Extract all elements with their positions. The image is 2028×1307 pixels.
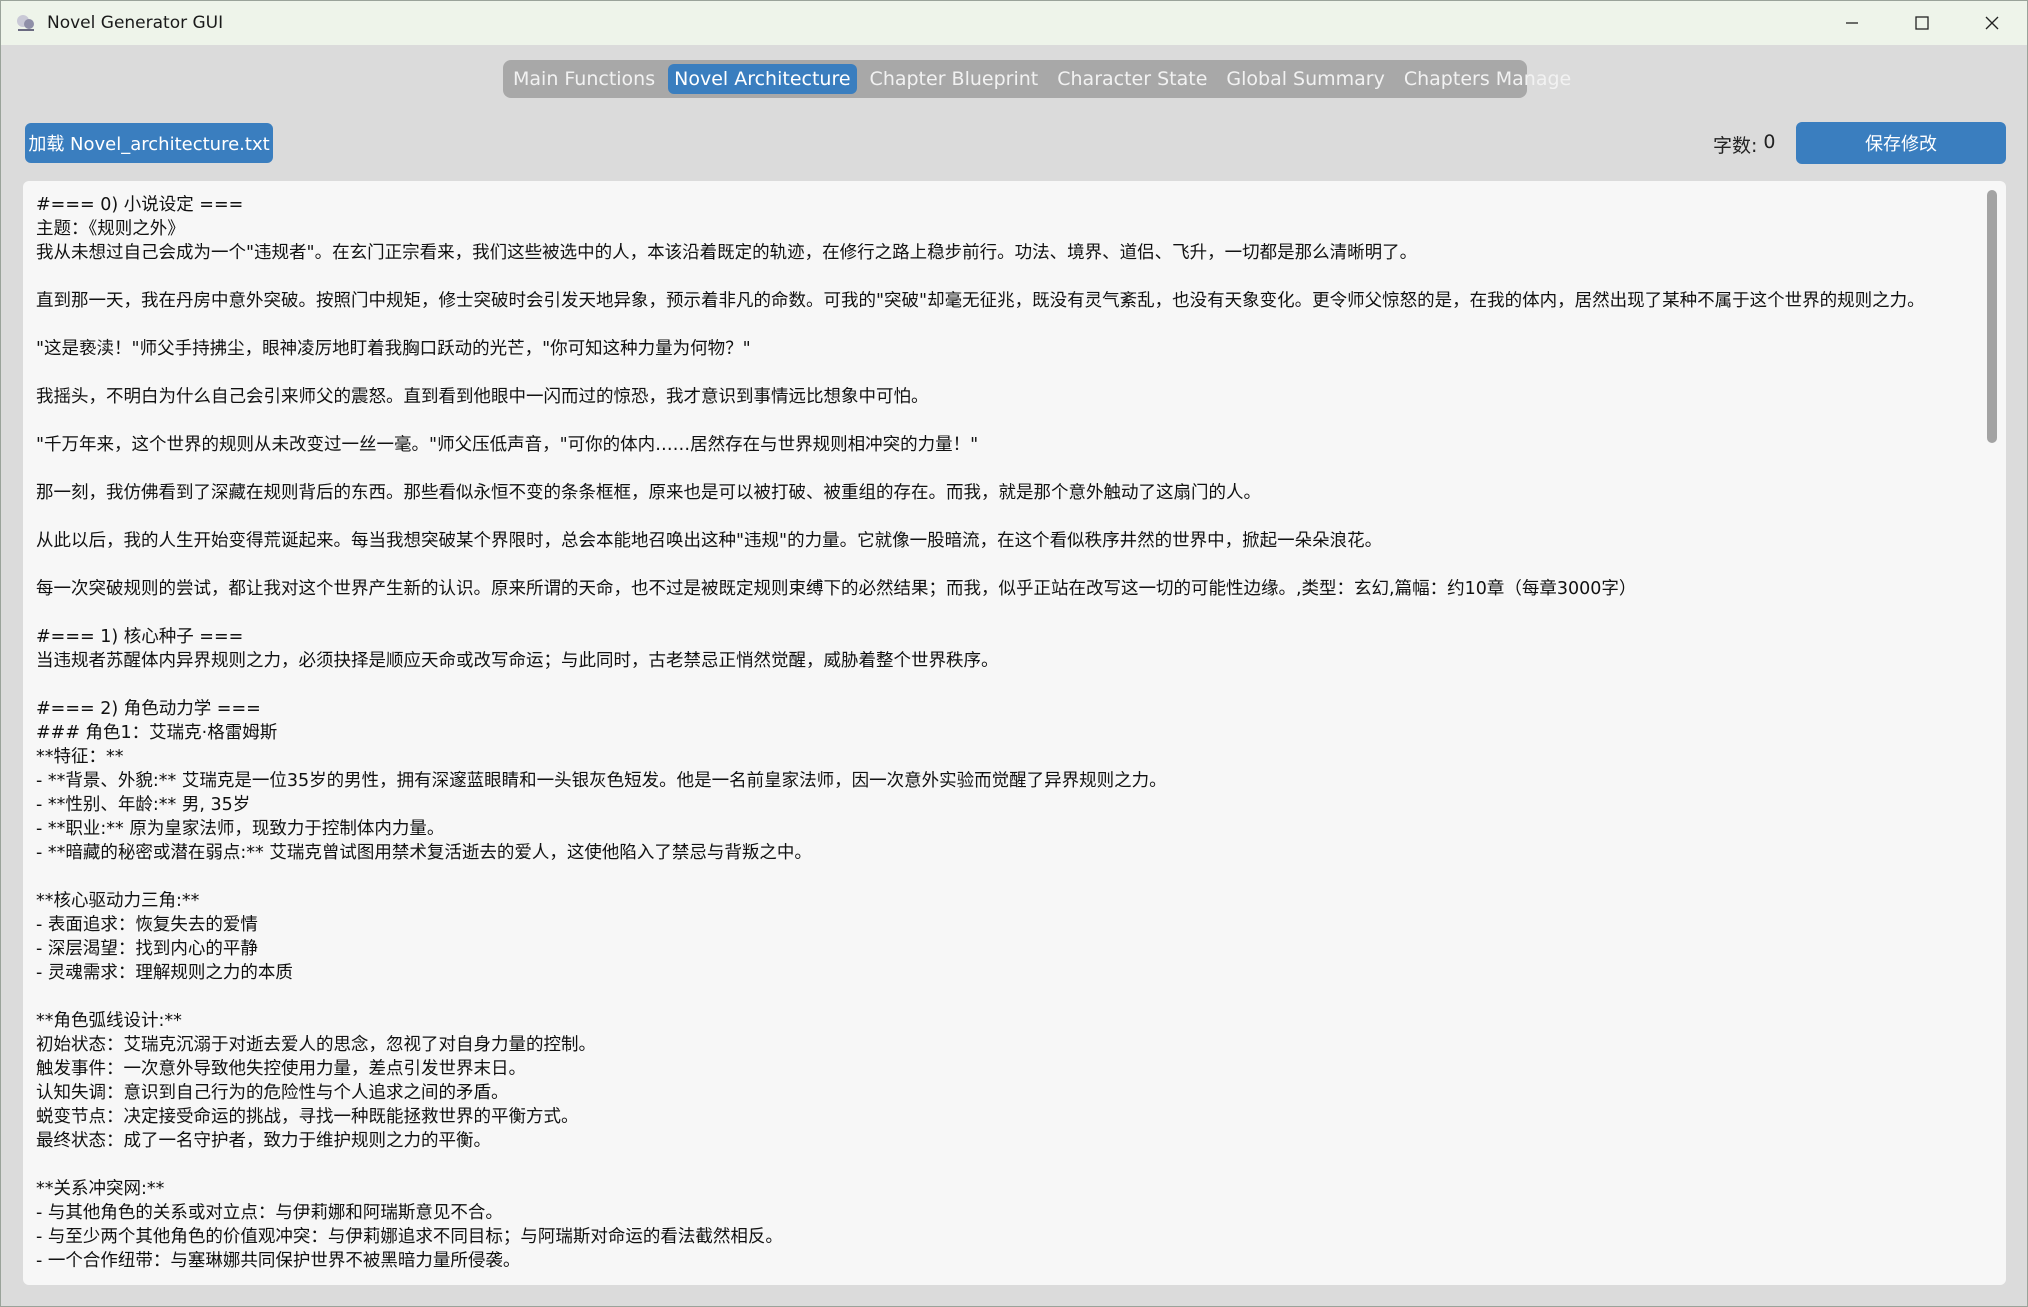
editor-line: 蜕变节点：决定接受命运的挑战，寻找一种既能拯救世界的平衡方式。 — [36, 1107, 579, 1127]
tab-global-summary[interactable]: Global Summary — [1220, 64, 1390, 94]
tab-chapters-manage[interactable]: Chapters Manage — [1398, 64, 1577, 94]
close-icon — [1985, 16, 1999, 30]
maximize-button[interactable] — [1887, 1, 1957, 45]
app-window: Novel Generator GUI Main Functions Novel… — [0, 0, 2028, 1307]
app-icon — [17, 15, 34, 31]
word-count-value: 0 — [1763, 131, 1776, 153]
editor-line: 直到那一天，我在丹房中意外突破。按照门中规矩，修士突破时会引发天地异象，预示着非… — [36, 291, 1925, 311]
editor-line: 触发事件：一次意外导致他失控使用力量，差点引发世界末日。 — [36, 1059, 526, 1079]
editor-line: **特征：** — [36, 747, 124, 767]
scrollbar-thumb[interactable] — [1987, 190, 1997, 443]
editor-line: - 深层渴望：找到内心的平静 — [36, 939, 258, 959]
tab-bar: Main Functions Novel Architecture Chapte… — [503, 60, 1571, 98]
editor-line: **关系冲突网:** — [36, 1179, 165, 1199]
tab-character-state[interactable]: Character State — [1051, 64, 1213, 94]
editor-line: 每一次突破规则的尝试，都让我对这个世界产生新的认识。原来所谓的天命，也不过是被既… — [36, 579, 1637, 599]
editor-line: 那一刻，我仿佛看到了深藏在规则背后的东西。那些看似永恒不变的条条框框，原来也是可… — [36, 483, 1261, 503]
editor-line: - 灵魂需求：理解规则之力的本质 — [36, 963, 293, 983]
editor-line: 主题：《规则之外》 — [36, 219, 185, 239]
editor-line: 我摇头，不明白为什么自己会引来师父的震怒。直到看到他眼中一闪而过的惊恐，我才意识… — [36, 387, 929, 407]
editor-content[interactable]: #=== 0) 小说设定 === 主题：《规则之外》我从未想过自己会成为一个"违规… — [36, 193, 1972, 1273]
window-controls — [1817, 1, 2027, 45]
editor-line: - **职业:** 原为皇家法师，现致力于控制体内力量。 — [36, 819, 445, 839]
editor-line: "这是亵渎！"师父手持拂尘，眼神凌厉地盯着我胸口跃动的光芒，"你可知这种力量为何… — [36, 339, 751, 359]
editor-line: - 一个合作纽带：与塞琳娜共同保护世界不被黑暗力量所侵袭。 — [36, 1251, 521, 1271]
text-editor[interactable]: #=== 0) 小说设定 === 主题：《规则之外》我从未想过自己会成为一个"违规… — [23, 181, 2006, 1285]
editor-line: 从此以后，我的人生开始变得荒诞起来。每当我想突破某个界限时，总会本能地召唤出这种… — [36, 531, 1383, 551]
minimize-icon — [1846, 22, 1858, 24]
editor-line: - **性别、年龄:** 男, 35岁 — [36, 795, 251, 815]
close-button[interactable] — [1957, 1, 2027, 45]
editor-line: 最终状态：成了一名守护者，致力于维护规则之力的平衡。 — [36, 1131, 491, 1151]
word-count-label: 字数: — [1713, 135, 1758, 157]
tab-novel-architecture[interactable]: Novel Architecture — [668, 64, 857, 94]
load-file-button[interactable]: 加载 Novel_architecture.txt — [25, 123, 273, 163]
editor-line: 初始状态：艾瑞克沉溺于对逝去爱人的思念，忽视了对自身力量的控制。 — [36, 1035, 596, 1055]
minimize-button[interactable] — [1817, 1, 1887, 45]
editor-line: #=== 2) 角色动力学 === — [36, 699, 261, 719]
editor-line: **核心驱动力三角:** — [36, 891, 200, 911]
editor-line: - 与至少两个其他角色的价值观冲突：与伊莉娜追求不同目标；与阿瑞斯对命运的看法截… — [36, 1227, 783, 1247]
editor-line: 认知失调：意识到自己行为的危险性与个人追求之间的矛盾。 — [36, 1083, 509, 1103]
save-button[interactable]: 保存修改 — [1796, 122, 2006, 164]
maximize-icon — [1915, 16, 1929, 30]
editor-line: - 表面追求：恢复失去的爱情 — [36, 915, 258, 935]
editor-line: ### 角色1：艾瑞克·格雷姆斯 — [36, 723, 278, 743]
editor-line: 当违规者苏醒体内异界规则之力，必须抉择是顺应天命或改写命运；与此同时，古老禁忌正… — [36, 651, 999, 671]
window-title: Novel Generator GUI — [47, 13, 224, 33]
editor-line: #=== 1) 核心种子 === — [36, 627, 244, 647]
editor-line: "千万年来，这个世界的规则从未改变过一丝一毫。"师父压低声音，"可你的体内……居… — [36, 435, 979, 455]
editor-line: 我从未想过自己会成为一个"违规者"。在玄门正宗看来，我们这些被选中的人，本该沿着… — [36, 243, 1418, 263]
tab-chapter-blueprint[interactable]: Chapter Blueprint — [864, 64, 1045, 94]
editor-line: - **背景、外貌:** 艾瑞克是一位35岁的男性，拥有深邃蓝眼睛和一头银灰色短… — [36, 771, 1167, 791]
editor-line: - 与其他角色的关系或对立点：与伊莉娜和阿瑞斯意见不合。 — [36, 1203, 503, 1223]
title-bar: Novel Generator GUI — [1, 1, 2027, 45]
tab-main-functions[interactable]: Main Functions — [507, 64, 661, 94]
word-count: 字数: 0 — [1713, 131, 1776, 158]
editor-line: **角色弧线设计:** — [36, 1011, 182, 1031]
vertical-scrollbar[interactable] — [1980, 181, 2006, 1285]
editor-line: #=== 0) 小说设定 === — [36, 195, 244, 215]
editor-line: - **暗藏的秘密或潜在弱点:** 艾瑞克曾试图用禁术复活逝去的爱人，这使他陷入… — [36, 843, 812, 863]
